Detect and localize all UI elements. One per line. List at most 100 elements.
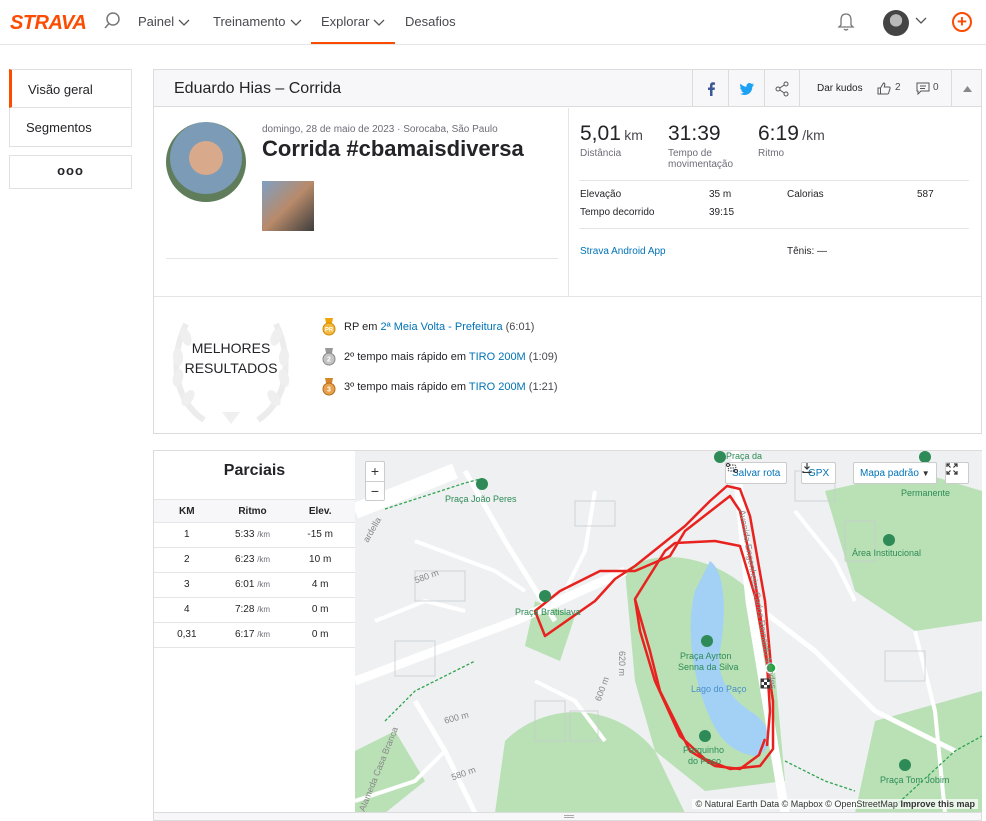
- save-route-label: Salvar rota: [732, 468, 781, 479]
- stat-distance: 5,01 km Distância: [580, 122, 643, 159]
- split-pace: 7:28 /km: [220, 598, 286, 622]
- attribution-text[interactable]: © Natural Earth Data © Mapbox © OpenStre…: [695, 799, 898, 809]
- save-route-button[interactable]: Salvar rota: [725, 462, 788, 484]
- achievement-time: (1:21): [528, 380, 558, 393]
- divider: [568, 108, 569, 296]
- pace-value: 7:28: [234, 604, 255, 615]
- map-type-select[interactable]: Mapa padrão ▼: [853, 462, 937, 484]
- segment-link[interactable]: TIRO 200M: [469, 381, 526, 393]
- chevron-down-icon[interactable]: [915, 17, 927, 25]
- splits-panel: Parciais KM Ritmo Elev. 1 5:33 /km -15 m 2…: [153, 450, 355, 816]
- stat-label: Distância: [580, 148, 622, 159]
- activity-header: Eduardo Hias – Corrida Dar kudos 2 0: [154, 70, 981, 107]
- svg-text:PR: PR: [325, 328, 334, 334]
- achievement-text: RP em: [344, 320, 381, 333]
- elevation-value: 35 m: [709, 189, 732, 200]
- split-pace: 6:01 /km: [220, 573, 286, 597]
- fullscreen-button[interactable]: [945, 462, 969, 484]
- split-pace: 6:23 /km: [220, 548, 286, 572]
- achievement-time: (1:09): [528, 350, 558, 363]
- athlete-avatar[interactable]: [166, 122, 246, 202]
- map-label: Lago do Paço: [691, 684, 747, 694]
- col-km: KM: [179, 506, 195, 517]
- pace-unit: /km: [257, 630, 271, 639]
- segment-link[interactable]: TIRO 200M: [469, 351, 526, 363]
- chevron-down-icon: [373, 19, 385, 26]
- map-canvas[interactable]: [355, 451, 982, 812]
- divider: [579, 228, 969, 229]
- nav-label: Treinamento: [213, 14, 286, 29]
- calories-value: 587: [917, 189, 934, 200]
- add-icon[interactable]: +: [952, 12, 972, 32]
- split-elev: 0 m: [311, 629, 329, 640]
- map-label: Praça da: [726, 451, 763, 461]
- chevron-down-icon: [290, 19, 301, 26]
- stat-label: Ritmo: [758, 148, 785, 159]
- route-map[interactable]: Praça João Peres Praça Bratislava Praça …: [355, 450, 982, 812]
- segment-link[interactable]: 2ª Meia Volta - Prefeitura: [380, 321, 502, 333]
- pace-value: 6:17: [234, 629, 255, 640]
- divider: [166, 258, 558, 259]
- nav-explorar[interactable]: Explorar: [311, 0, 395, 44]
- achievement-row: 2 2º tempo mais rápido em TIRO 200M (1:09…: [322, 348, 558, 366]
- map-label: Senna da Silva: [678, 662, 739, 672]
- table-row: 3 6:01 /km 4 m: [154, 573, 355, 598]
- map-attribution: © Natural Earth Data © Mapbox © OpenStre…: [692, 799, 978, 809]
- nav-label: Painel: [138, 14, 175, 29]
- split-pace: 5:33 /km: [220, 523, 286, 547]
- map-label: Área Institucional: [852, 548, 922, 558]
- splits-header: KM Ritmo Elev.: [154, 499, 355, 523]
- pace-unit: /km: [257, 555, 271, 564]
- comments-count[interactable]: 0: [933, 82, 939, 93]
- zoom-out-button[interactable]: −: [366, 481, 384, 500]
- give-kudos-button[interactable]: Dar kudos: [817, 83, 863, 94]
- map-elev-label: 620 m: [617, 651, 627, 677]
- search-icon[interactable]: [104, 11, 124, 31]
- nav-painel[interactable]: Painel: [138, 0, 190, 44]
- bell-icon[interactable]: [837, 12, 855, 32]
- sidebar-item-segments[interactable]: Segmentos: [9, 108, 132, 147]
- avatar[interactable]: [883, 10, 909, 36]
- gpx-button[interactable]: GPX: [801, 462, 837, 484]
- elapsed-value: 39:15: [709, 207, 735, 218]
- more-button[interactable]: ooo: [9, 155, 132, 189]
- nav-desafios[interactable]: Desafios: [405, 0, 456, 44]
- split-km: 3: [184, 579, 190, 590]
- zoom-in-button[interactable]: +: [366, 462, 384, 481]
- map-label: Praça Bratislava: [515, 607, 581, 617]
- split-elev: 4 m: [311, 579, 329, 590]
- thumbs-up-icon[interactable]: [877, 82, 891, 95]
- activity-photo[interactable]: [262, 181, 314, 231]
- activity-name: Corrida #cbamaisdiversa: [262, 136, 524, 161]
- kudos-count[interactable]: 2: [895, 82, 901, 93]
- pace-unit: /km: [257, 580, 271, 589]
- device-link[interactable]: Strava Android App: [580, 246, 666, 257]
- achievement-time: (6:01): [505, 320, 535, 333]
- improve-map-link[interactable]: Improve this map: [900, 799, 975, 809]
- map-label: Praça Tom Jobim: [880, 775, 950, 785]
- map-label: Praça João Peres: [445, 494, 517, 504]
- facebook-share-button[interactable]: [692, 70, 728, 106]
- table-row: 2 6:23 /km 10 m: [154, 548, 355, 573]
- pr-medal-icon: PR: [322, 318, 336, 336]
- shoes-info: Tênis: —: [787, 246, 828, 257]
- activity-date: domingo, 28 de maio de 2023 · Sorocaba, …: [262, 124, 498, 135]
- pace-value: 5:33: [234, 529, 255, 540]
- activity-header-title: Eduardo Hias – Corrida: [174, 80, 342, 97]
- table-row: 1 5:33 /km -15 m: [154, 523, 355, 548]
- split-km: 4: [184, 604, 190, 615]
- best-title-line: RESULTADOS: [184, 360, 278, 376]
- stat-value: 31:39: [668, 122, 721, 145]
- top-nav: STRAVA Painel Treinamento Explorar Desaf…: [0, 0, 986, 45]
- strava-logo[interactable]: STRAVA: [10, 12, 87, 35]
- map-resize-bar[interactable]: [153, 812, 982, 821]
- chevron-down-icon: [178, 19, 190, 26]
- twitter-share-button[interactable]: [728, 70, 764, 106]
- nav-treinamento[interactable]: Treinamento: [213, 0, 302, 44]
- sidebar: Visão geral Segmentos ooo: [9, 69, 132, 189]
- sidebar-item-overview[interactable]: Visão geral: [9, 69, 132, 108]
- collapse-button[interactable]: [951, 70, 982, 106]
- share-button[interactable]: [764, 70, 800, 106]
- divider: [154, 296, 981, 297]
- comment-icon[interactable]: [916, 82, 930, 95]
